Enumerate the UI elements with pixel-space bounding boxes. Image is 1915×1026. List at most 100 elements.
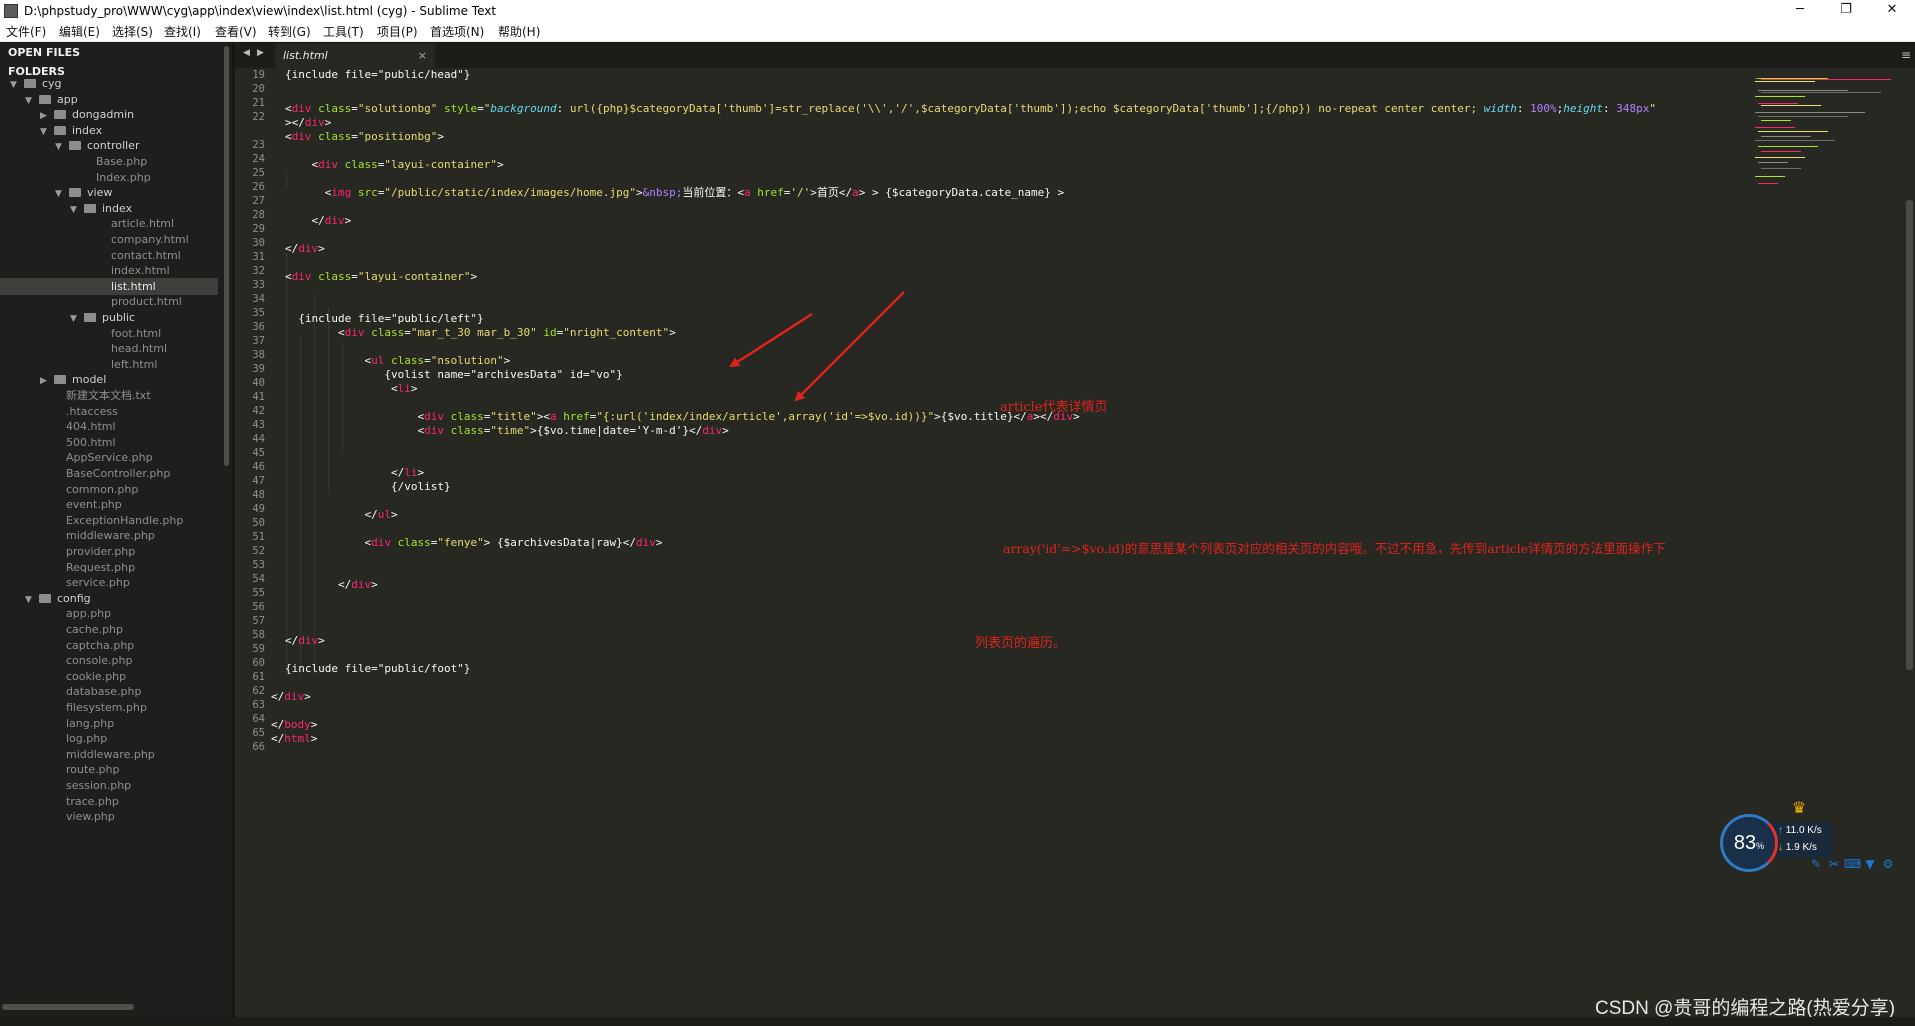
chevron-down-icon[interactable]: ▼ <box>70 310 80 329</box>
tree-item-label: head.html <box>111 342 168 356</box>
line-number: 44 <box>252 433 265 445</box>
network-monitor-widget[interactable]: ♛ ↑ 11.0 K/s ↓ 1.9 K/s 83% ✎ ✂ ⌨ ▼ ⚙ <box>1720 798 1893 878</box>
minimap-line <box>1761 78 1891 80</box>
menu-goto[interactable]: 转到(G) <box>268 24 311 40</box>
code-line: <ul class="nsolution"> <box>285 354 511 367</box>
code-line: <div class="positionbg"> <box>285 130 444 143</box>
minimap-line <box>1755 111 1865 113</box>
sidebar-horizontal-scrollbar[interactable] <box>2 1004 134 1010</box>
code-line: ></div> <box>285 116 332 129</box>
tab-prev-icon[interactable]: ◀ <box>243 48 250 58</box>
menu-tools[interactable]: 工具(T) <box>323 24 364 40</box>
minimap-line <box>1758 102 1798 104</box>
folder-icon <box>54 125 66 135</box>
tab-next-icon[interactable]: ▶ <box>257 48 264 58</box>
code-line: </div> <box>271 690 311 703</box>
tree-item-label: provider.php <box>66 545 136 558</box>
line-number: 29 <box>252 223 265 235</box>
minimap-line <box>1755 176 1785 178</box>
minimize-button[interactable]: ─ <box>1777 0 1823 22</box>
minimap-line <box>1758 161 1788 163</box>
line-number: 32 <box>252 265 265 277</box>
minimap-line <box>1755 126 1795 128</box>
chevron-down-icon[interactable]: ▼ <box>40 123 50 142</box>
tree-item-label: article.html <box>111 217 175 231</box>
selected-row-highlight <box>0 277 218 295</box>
menu-edit[interactable]: 编辑(E) <box>59 24 100 40</box>
tree-item-label: cyg <box>42 77 62 90</box>
line-number: 66 <box>252 741 265 753</box>
line-number: 53 <box>252 559 265 571</box>
line-number: 39 <box>252 363 265 375</box>
chevron-down-icon[interactable]: ▼ <box>55 138 65 157</box>
editor-scrollbar-thumb[interactable] <box>1906 200 1913 670</box>
chevron-down-icon[interactable]: ▼ <box>55 185 65 204</box>
chevron-down-icon[interactable]: ▼ <box>10 76 20 95</box>
tree-item-label: captcha.php <box>66 638 135 652</box>
code-line: </div> <box>285 242 325 255</box>
tree-item-label: middleware.php <box>66 529 155 543</box>
menu-preferences[interactable]: 首选项(N) <box>430 24 484 40</box>
tree-item-label: model <box>72 373 107 387</box>
minimap-line <box>1758 89 1848 91</box>
sidebar-scrollbar-thumb[interactable] <box>224 46 229 466</box>
line-number: 49 <box>252 503 265 515</box>
line-number: 37 <box>252 335 265 347</box>
line-number: 26 <box>252 181 265 193</box>
tree-item-label: lang.php <box>66 716 115 730</box>
code-line: {volist name="archivesData" id="vo"} <box>285 368 623 381</box>
tree-item-label: filesystem.php <box>66 701 147 714</box>
line-number: 62 <box>252 685 265 697</box>
line-number: 47 <box>252 475 265 487</box>
line-number: 56 <box>252 601 265 613</box>
code-line: <div class="solutionbg" style="backgroun… <box>285 102 1657 115</box>
tree-item-label: app.php <box>66 607 112 621</box>
tab-close-icon[interactable]: × <box>418 44 427 68</box>
line-number: 61 <box>252 671 265 683</box>
tree-item-label: view <box>87 186 113 200</box>
chevron-down-icon[interactable]: ▼ <box>25 591 35 610</box>
file-item[interactable]: left.html <box>111 355 157 374</box>
line-number: 46 <box>252 461 265 473</box>
restore-button[interactable]: ❐ <box>1823 0 1869 22</box>
line-number: 27 <box>252 195 265 207</box>
minimap-line <box>1755 81 1815 83</box>
line-number: 48 <box>252 489 265 501</box>
menu-view[interactable]: 查看(V) <box>215 24 257 40</box>
code-line: </div> <box>285 634 325 647</box>
folder-icon <box>84 313 96 322</box>
tree-item-label: common.php <box>66 482 139 496</box>
menu-selection[interactable]: 选择(S) <box>112 24 153 40</box>
folder-icon <box>54 375 66 385</box>
shirt-icon[interactable]: ▼ <box>1862 856 1878 872</box>
tab-menu-icon[interactable]: ≡ <box>1901 48 1911 62</box>
code-line: <div class="mar_t_30 mar_b_30" id="nrigh… <box>285 326 676 339</box>
tree-item-label: foot.html <box>111 326 162 340</box>
menu-file[interactable]: 文件(F) <box>6 24 46 40</box>
minimap-line <box>1761 105 1821 107</box>
vip-crown-icon: ♛ <box>1791 798 1807 817</box>
folder-icon <box>39 593 51 603</box>
tree-item-label: index <box>72 123 103 137</box>
close-window-button[interactable]: ✕ <box>1869 0 1915 22</box>
tree-item-label: middleware.php <box>66 747 155 761</box>
chevron-right-icon[interactable]: ▶ <box>40 372 50 391</box>
line-number: 20 <box>252 83 265 95</box>
edit-icon[interactable]: ✎ <box>1808 856 1824 872</box>
minimap[interactable] <box>1755 68 1895 208</box>
settings-icon[interactable]: ⚙ <box>1880 856 1896 872</box>
menu-find[interactable]: 查找(I) <box>164 24 201 40</box>
tab-list-html[interactable]: list.html × <box>275 44 435 68</box>
line-number: 43 <box>252 419 265 431</box>
menu-project[interactable]: 项目(P) <box>377 24 418 40</box>
menu-bar: 文件(F) 编辑(E) 选择(S) 查找(I) 查看(V) 转到(G) 工具(T… <box>0 22 1915 42</box>
minimap-line <box>1761 120 1791 122</box>
scissors-icon[interactable]: ✂ <box>1826 856 1842 872</box>
file-item[interactable]: view.php <box>66 807 115 826</box>
line-number: 38 <box>252 349 265 361</box>
line-number: 65 <box>252 727 265 739</box>
keyboard-icon[interactable]: ⌨ <box>1844 856 1861 872</box>
chevron-down-icon[interactable]: ▼ <box>70 201 80 220</box>
menu-help[interactable]: 帮助(H) <box>498 24 540 40</box>
chevron-down-icon[interactable]: ▼ <box>25 92 35 111</box>
